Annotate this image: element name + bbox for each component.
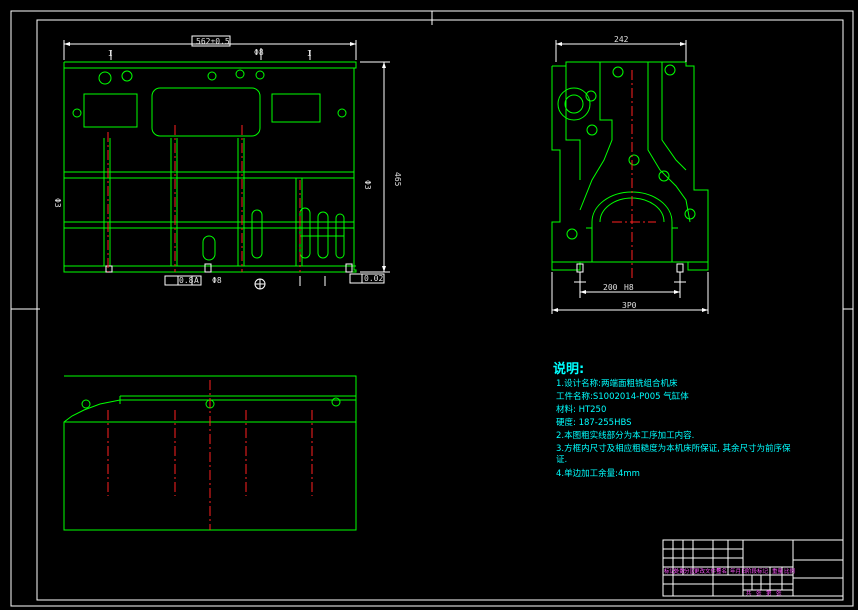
- side-base-dim: 3P0: [622, 301, 637, 310]
- front-tol-box1-datum: A: [194, 276, 199, 285]
- note-line-2: 工件名称:S1002014-P005 气缸体: [556, 391, 689, 402]
- tb-header-5: 签名: [716, 567, 727, 575]
- note-line-5: 2.本图粗实线部分为本工序加工内容.: [556, 430, 694, 441]
- cad-drawing-sheet: 562±0.5 I Φ8 I 465 Φ3 Φ3 0.8 A Φ8 0.02 2…: [10, 10, 854, 607]
- top-view: [63, 375, 357, 531]
- front-tol-box1: 0.8: [179, 276, 194, 285]
- front-width-dim: 562±0.5: [196, 37, 230, 46]
- tb-sheet-unit2: 张: [776, 589, 782, 597]
- svg-text:I: I: [307, 49, 312, 58]
- note-line-6: 3.方框内尺寸及相应粗糙度为本机床所保证, 其余尺寸为前序保: [556, 443, 791, 454]
- note-line-8: 4.单边加工余量:4mm: [556, 468, 640, 479]
- front-view: 562±0.5 I Φ8 I 465 Φ3 Φ3 0.8 A Φ8 0.02: [53, 35, 402, 290]
- front-tol-box2: 0.02: [364, 274, 383, 283]
- side-width-dim: 242: [614, 35, 629, 44]
- technical-notes: 说明: 1.设计名称:两端面粗铣组合机床 工件名称:S1002014-P005 …: [553, 361, 791, 479]
- tb-sheet-no: 第: [766, 589, 772, 597]
- front-left-callout: Φ3: [53, 198, 62, 208]
- note-line-3: 材料: HT250: [556, 404, 606, 415]
- side-view: 242 200 H8 3P0: [551, 35, 709, 314]
- tb-scale-label: 比例: [784, 567, 796, 575]
- front-right-callout: Φ3: [363, 180, 372, 190]
- tb-stage-label: 阶段标记: [746, 567, 769, 575]
- side-bore-dim: 200: [603, 283, 618, 292]
- note-line-4: 硬度: 187-255HBS: [556, 417, 632, 428]
- tb-sheet-unit1: 张: [756, 589, 762, 597]
- svg-text:I: I: [108, 49, 113, 58]
- notes-title: 说明:: [553, 361, 584, 377]
- note-line-7: 证.: [556, 455, 567, 465]
- tb-sheet-total: 共: [746, 589, 752, 597]
- side-bore-suffix: H8: [624, 283, 634, 292]
- front-bottom-callout: Φ8: [212, 276, 222, 285]
- tb-header-6: 年月日: [730, 567, 747, 575]
- tb-weight-label: 重量: [772, 567, 784, 575]
- note-line-1: 1.设计名称:两端面粗铣组合机床: [556, 378, 678, 389]
- front-top-callout: Φ8: [254, 48, 264, 57]
- front-height-dim: 465: [393, 172, 402, 187]
- title-block: 标记 处数 分区 更改文件号 签名 年月日 阶段标记 重量 比例 共 张 第 张: [662, 539, 844, 597]
